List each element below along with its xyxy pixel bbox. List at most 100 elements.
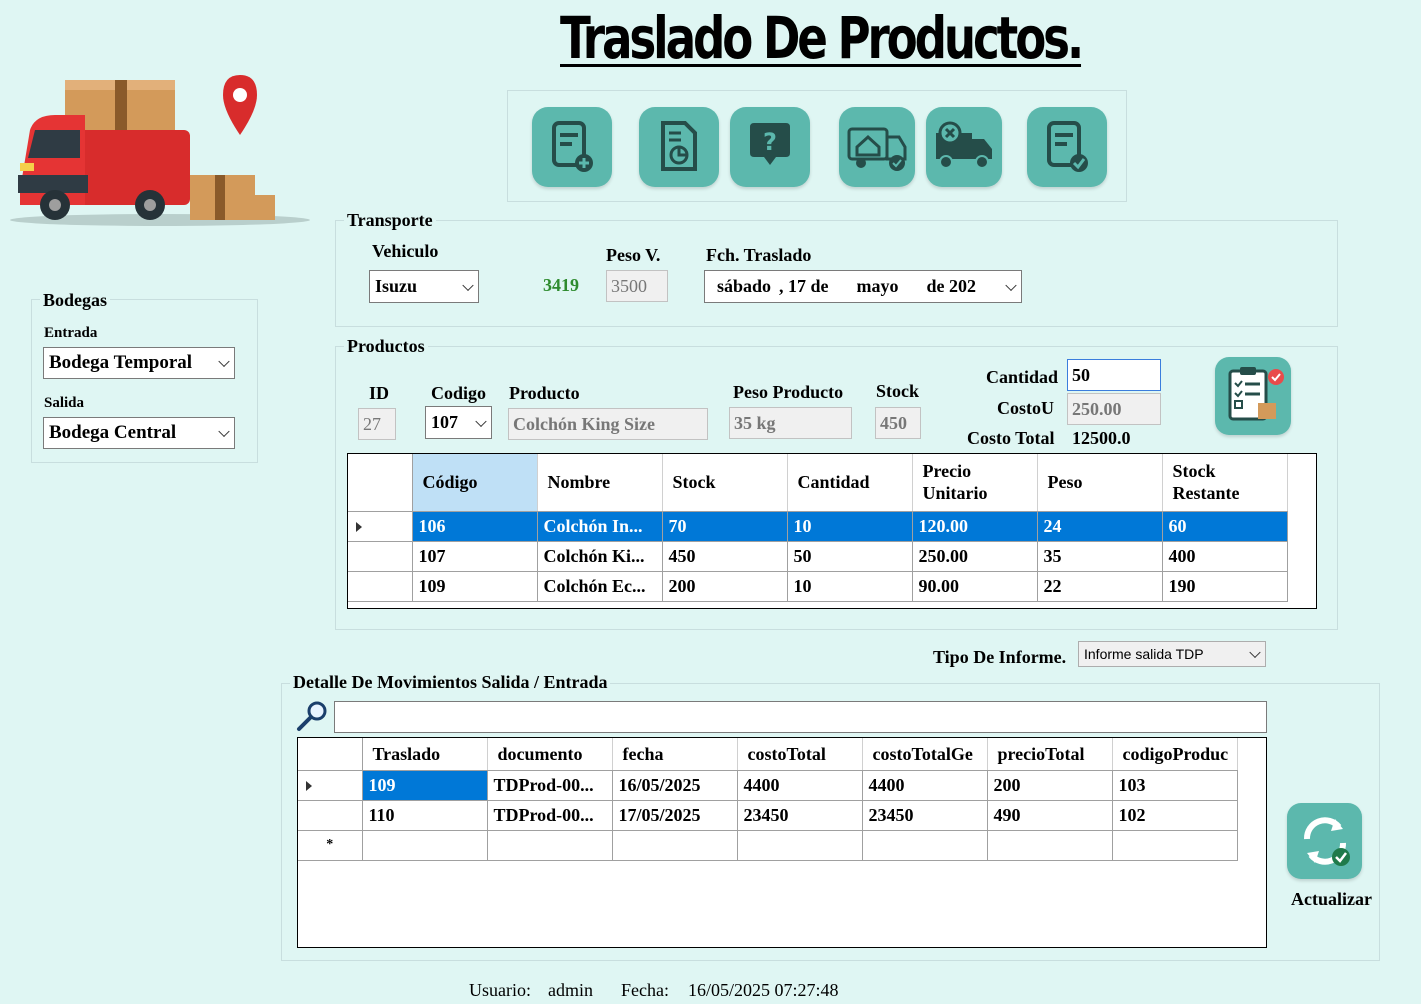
table-cell[interactable] — [487, 830, 613, 861]
table-cell[interactable]: 490 — [987, 800, 1113, 831]
cancel-transfer-button[interactable] — [926, 107, 1002, 187]
table-cell[interactable]: 10 — [787, 511, 913, 542]
peso-label: Peso V. — [606, 245, 661, 265]
table-cell[interactable]: 102 — [1112, 800, 1238, 831]
table-cell[interactable]: 70 — [662, 511, 788, 542]
table-cell[interactable] — [612, 830, 738, 861]
add-product-button[interactable] — [1215, 357, 1291, 435]
table-cell[interactable]: 109 — [362, 770, 488, 801]
table-cell[interactable]: 50 — [787, 541, 913, 572]
table-cell[interactable]: 24 — [1037, 511, 1163, 542]
table-cell[interactable]: 103 — [1112, 770, 1238, 801]
vehiculo-select[interactable]: Isuzu — [369, 270, 479, 303]
table-cell[interactable]: 4400 — [862, 770, 988, 801]
table-cell[interactable]: Colchón Ki... — [537, 541, 663, 572]
table-cell[interactable]: 200 — [662, 571, 788, 602]
column-header[interactable]: Cantidad — [787, 454, 913, 512]
table-row[interactable]: 107 Colchón Ki... 450 50 250.00 35 400 — [348, 541, 1288, 572]
column-header[interactable]: Nombre — [537, 454, 663, 512]
table-cell[interactable]: 200 — [987, 770, 1113, 801]
table-cell[interactable] — [737, 830, 863, 861]
table-cell[interactable]: 23450 — [862, 800, 988, 831]
chevron-down-icon — [475, 415, 487, 427]
peso-producto-label: Peso Producto — [733, 382, 844, 402]
fecha-traslado-picker[interactable]: sábado , 17 de mayo de 202 — [704, 270, 1022, 303]
table-row[interactable]: 109 TDProd-00... 16/05/2025 4400 4400 20… — [298, 770, 1238, 801]
table-cell[interactable]: 17/05/2025 — [612, 800, 738, 831]
row-selector[interactable] — [348, 541, 413, 572]
row-selector[interactable] — [298, 770, 363, 801]
column-header[interactable]: Código — [412, 454, 538, 512]
column-header[interactable]: precioTotal — [987, 738, 1113, 771]
table-row[interactable]: 106 Colchón In... 70 10 120.00 24 60 — [348, 511, 1288, 542]
table-cell[interactable]: 250.00 — [912, 541, 1038, 572]
search-input[interactable] — [334, 701, 1267, 733]
detalle-grid[interactable]: Traslado documento fecha costoTotal cost… — [297, 737, 1267, 948]
table-cell[interactable]: 23450 — [737, 800, 863, 831]
row-selector[interactable] — [298, 800, 363, 831]
stock-field[interactable]: 450 — [875, 407, 921, 439]
table-cell[interactable]: 60 — [1162, 511, 1288, 542]
salida-value: Bodega Central — [49, 422, 177, 443]
table-cell[interactable]: 35 — [1037, 541, 1163, 572]
table-cell[interactable]: 16/05/2025 — [612, 770, 738, 801]
transporte-title: Transporte — [344, 210, 436, 231]
table-cell[interactable]: 400 — [1162, 541, 1288, 572]
table-cell[interactable]: Colchón In... — [537, 511, 663, 542]
transfer-button[interactable] — [839, 107, 915, 187]
table-cell[interactable]: 120.00 — [912, 511, 1038, 542]
column-header[interactable]: Stock — [662, 454, 788, 512]
column-header[interactable]: fecha — [612, 738, 738, 771]
table-row[interactable]: 110 TDProd-00... 17/05/2025 23450 23450 … — [298, 800, 1238, 831]
table-cell[interactable] — [1112, 830, 1238, 861]
fecha-day: sábado — [717, 276, 772, 296]
costo-field[interactable]: 250.00 — [1067, 393, 1161, 425]
peso-field[interactable]: 3500 — [606, 270, 668, 302]
tipo-informe-select[interactable]: Informe salida TDP — [1078, 641, 1266, 667]
table-cell[interactable]: 106 — [412, 511, 538, 542]
column-header[interactable]: costoTotalGe — [862, 738, 988, 771]
table-cell[interactable]: TDProd-00... — [487, 800, 613, 831]
table-cell[interactable]: 10 — [787, 571, 913, 602]
column-header[interactable]: codigoProduc — [1112, 738, 1238, 771]
new-transfer-button[interactable] — [532, 107, 612, 187]
truck-warehouse-icon — [847, 127, 907, 171]
table-cell[interactable] — [862, 830, 988, 861]
table-cell[interactable]: 450 — [662, 541, 788, 572]
codigo-select[interactable]: 107 — [425, 406, 492, 439]
help-button[interactable]: ? — [730, 107, 810, 187]
salida-select[interactable]: Bodega Central — [43, 417, 235, 449]
table-cell[interactable]: 4400 — [737, 770, 863, 801]
table-row[interactable]: 109 Colchón Ec... 200 10 90.00 22 190 — [348, 571, 1288, 602]
productos-grid[interactable]: Código Nombre Stock Cantidad Precio Unit… — [347, 453, 1317, 609]
table-cell[interactable] — [362, 830, 488, 861]
table-cell[interactable]: 109 — [412, 571, 538, 602]
report-button[interactable] — [639, 107, 719, 187]
table-cell[interactable]: 110 — [362, 800, 488, 831]
row-selector[interactable] — [348, 511, 413, 542]
column-header[interactable]: costoTotal — [737, 738, 863, 771]
table-cell[interactable]: 90.00 — [912, 571, 1038, 602]
table-cell[interactable]: TDProd-00... — [487, 770, 613, 801]
column-header[interactable]: Precio Unitario — [912, 454, 1038, 512]
new-row[interactable]: * — [298, 830, 1238, 861]
table-cell[interactable]: Colchón Ec... — [537, 571, 663, 602]
table-cell[interactable]: 107 — [412, 541, 538, 572]
confirm-transfer-button[interactable] — [1027, 107, 1107, 187]
column-header[interactable]: Stock Restante — [1162, 454, 1288, 512]
table-cell[interactable]: 22 — [1037, 571, 1163, 602]
cantidad-input[interactable]: 50 — [1067, 359, 1161, 391]
row-selector[interactable] — [348, 571, 413, 602]
chevron-down-icon — [1249, 646, 1261, 659]
peso-producto-field[interactable]: 35 kg — [729, 407, 852, 439]
column-header[interactable]: Traslado — [362, 738, 488, 771]
refresh-button[interactable] — [1287, 803, 1362, 879]
producto-field[interactable]: Colchón King Size — [508, 408, 708, 440]
column-header[interactable]: Peso — [1037, 454, 1163, 512]
id-field[interactable]: 27 — [358, 408, 396, 440]
column-header[interactable]: documento — [487, 738, 613, 771]
table-cell[interactable]: 190 — [1162, 571, 1288, 602]
truck-cancel-icon — [936, 121, 992, 169]
entrada-select[interactable]: Bodega Temporal — [43, 347, 235, 379]
table-cell[interactable] — [987, 830, 1113, 861]
